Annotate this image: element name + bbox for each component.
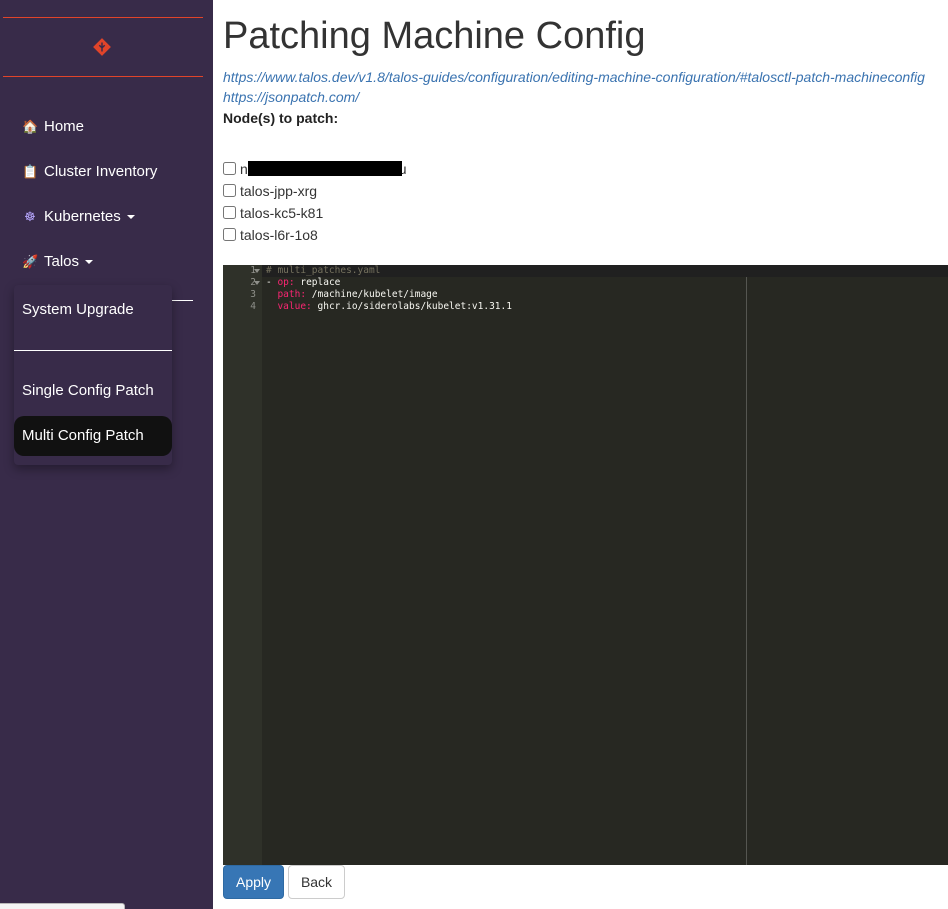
line-number: 3 — [250, 289, 256, 300]
sidebar-item-talos[interactable]: 🚀 Talos — [22, 252, 94, 272]
editor-gutter: 1 2 3 4 — [223, 265, 262, 865]
node-checkbox[interactable] — [223, 162, 236, 175]
code-line: # multi_patches.yaml — [266, 265, 381, 276]
node-option[interactable]: talos-jpp-xrg — [223, 182, 317, 200]
talos-dropdown-menu: System Upgrade Single Config Patch Multi… — [14, 285, 172, 465]
clipboard-icon: 📋 — [22, 164, 39, 179]
sidebar-item-kubernetes[interactable]: ☸ Kubernetes — [22, 207, 135, 227]
dropdown-item-single-config-patch[interactable]: Single Config Patch — [14, 381, 172, 401]
sidebar-item-label: Cluster Inventory — [44, 163, 158, 180]
nodes-label: Node(s) to patch: — [223, 110, 339, 126]
fold-arrow-icon[interactable] — [254, 269, 260, 273]
page-title: Patching Machine Config — [223, 15, 646, 57]
sidebar-top-divider — [3, 17, 203, 18]
kubernetes-wheel-icon: ☸ — [24, 209, 36, 224]
dropdown-divider — [14, 350, 172, 351]
line-number: 4 — [250, 301, 256, 312]
print-margin — [746, 277, 747, 865]
apply-button[interactable]: Apply — [223, 865, 284, 899]
dropdown-item-multi-config-patch[interactable]: Multi Config Patch — [14, 416, 172, 456]
redacted-node-name — [248, 161, 402, 176]
browser-status-bar — [0, 903, 125, 909]
sidebar-item-cluster-inventory[interactable]: 📋 Cluster Inventory — [22, 162, 157, 182]
sidebar-item-label: Kubernetes — [44, 208, 121, 225]
rocket-icon: 🚀 — [22, 254, 39, 269]
code-line: - op: replace — [266, 277, 341, 288]
sidebar-logo-divider — [3, 76, 203, 77]
sidebar-item-home[interactable]: 🏠 Home — [22, 117, 84, 137]
node-option[interactable]: talos-kc5-k81 — [223, 204, 323, 222]
node-name: talos-jpp-xrg — [240, 183, 318, 199]
yaml-code-editor[interactable]: 1 2 3 4 # multi_patches.yaml - op: repla… — [223, 265, 948, 865]
fold-arrow-icon[interactable] — [254, 281, 260, 285]
caret-down-icon — [85, 260, 94, 265]
code-line: path: /machine/kubelet/image — [277, 289, 438, 300]
house-icon: 🏠 — [22, 119, 39, 134]
dropdown-item-system-upgrade[interactable]: System Upgrade — [14, 300, 172, 320]
node-option[interactable]: talos-l6r-1o8 — [223, 226, 318, 244]
sidebar-item-label: Home — [44, 118, 85, 135]
node-name: talos-kc5-k81 — [240, 205, 324, 221]
caret-down-icon — [126, 215, 135, 220]
sidebar-divider-fragment — [172, 300, 193, 301]
node-name: n — [240, 161, 248, 177]
node-checkbox[interactable] — [223, 184, 236, 197]
talos-logo-icon[interactable] — [93, 38, 111, 56]
line-number: 1 — [250, 265, 256, 276]
talos-docs-link[interactable]: https://www.talos.dev/v1.8/talos-guides/… — [223, 68, 925, 86]
code-line: value: ghcr.io/siderolabs/kubelet:v1.31.… — [277, 301, 512, 312]
sidebar: 🏠 Home 📋 Cluster Inventory ☸ Kubernetes 🚀 Ta… — [0, 0, 213, 909]
sidebar-item-label: Talos — [44, 253, 80, 270]
node-checkbox[interactable] — [223, 228, 236, 241]
node-name: talos-l6r-1o8 — [240, 227, 318, 243]
line-number: 2 — [250, 277, 256, 288]
node-checkbox[interactable] — [223, 206, 236, 219]
back-button[interactable]: Back — [288, 865, 345, 899]
jsonpatch-link[interactable]: https://jsonpatch.com/ — [223, 88, 359, 106]
